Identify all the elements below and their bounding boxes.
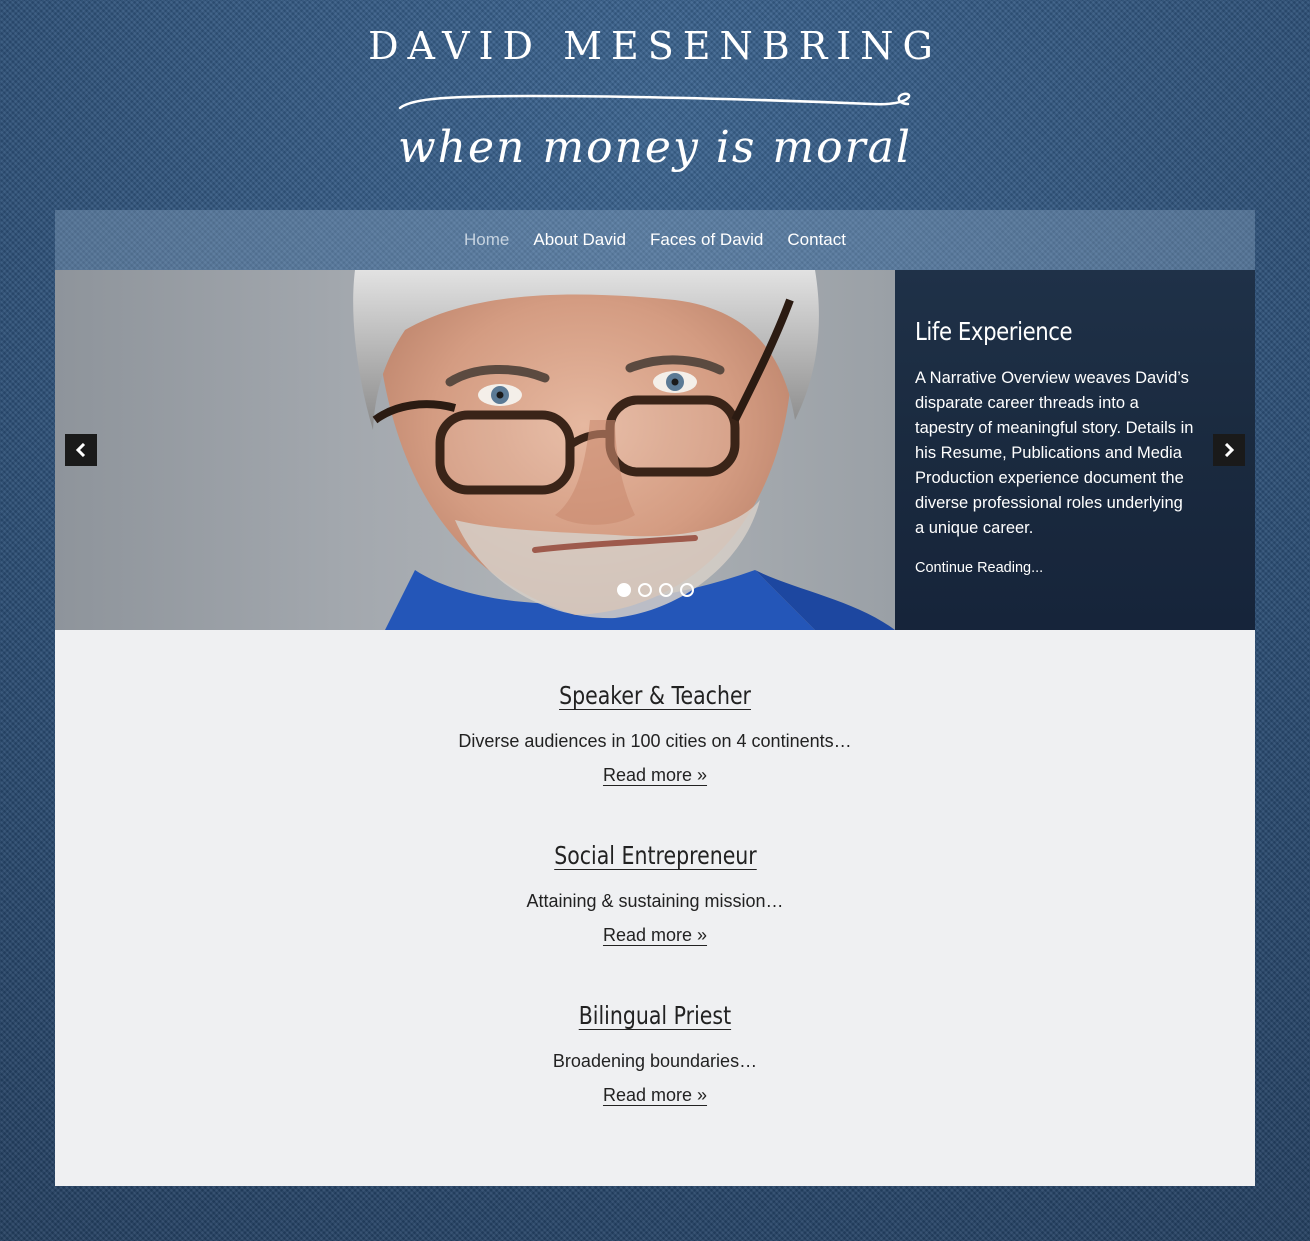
- feature-social-entrepreneur: Social Entrepreneur Attaining & sustaini…: [55, 838, 1255, 948]
- read-more-link[interactable]: Read more »: [603, 922, 707, 948]
- feature-title[interactable]: Speaker & Teacher: [559, 678, 751, 714]
- feature-title[interactable]: Bilingual Priest: [579, 998, 731, 1034]
- site-header: DAVID MESENBRING when money is moral: [0, 0, 1310, 210]
- slide-caption: Life Experience A Narrative Overview wea…: [895, 270, 1255, 630]
- feature-text: Diverse audiences in 100 cities on 4 con…: [458, 731, 852, 751]
- portrait-illustration: [353, 270, 895, 630]
- flourish-decoration: [398, 92, 911, 110]
- slider-prev-button[interactable]: [65, 434, 97, 466]
- read-more-link[interactable]: Read more »: [603, 1082, 707, 1108]
- slider-dot-2[interactable]: [638, 583, 652, 597]
- slider-pagination: [617, 583, 694, 597]
- hero-slider: Life Experience A Narrative Overview wea…: [55, 270, 1255, 630]
- chevron-right-icon: [1224, 443, 1235, 457]
- nav-item-contact[interactable]: Contact: [787, 210, 846, 270]
- nav-item-faces-of-david[interactable]: Faces of David: [650, 210, 763, 270]
- slide-caption-text: A Narrative Overview weaves David’s disp…: [915, 369, 1194, 537]
- main-content: Speaker & Teacher Diverse audiences in 1…: [55, 630, 1255, 1186]
- slide-caption-title: Life Experience: [915, 317, 1073, 346]
- slider-dot-3[interactable]: [659, 583, 673, 597]
- feature-bilingual-priest: Bilingual Priest Broadening boundaries… …: [55, 998, 1255, 1108]
- slider-next-button[interactable]: [1213, 434, 1245, 466]
- feature-speaker-teacher: Speaker & Teacher Diverse audiences in 1…: [55, 678, 1255, 788]
- main-nav: Home About David Faces of David Contact: [55, 210, 1255, 270]
- site-title[interactable]: DAVID MESENBRING: [0, 24, 1310, 68]
- feature-text: Broadening boundaries…: [552, 1051, 758, 1071]
- nav-item-about-david[interactable]: About David: [533, 210, 626, 270]
- feature-text: Attaining & sustaining mission…: [526, 891, 784, 911]
- read-more-link[interactable]: Read more »: [603, 762, 707, 788]
- slide-photo: [55, 270, 895, 630]
- continue-reading-link[interactable]: Continue Reading...: [915, 560, 1043, 576]
- nav-item-home[interactable]: Home: [464, 210, 509, 270]
- site-tagline: when money is moral: [398, 122, 912, 173]
- slider-dot-1[interactable]: [617, 583, 631, 597]
- chevron-left-icon: [75, 443, 86, 457]
- feature-title[interactable]: Social Entrepreneur: [554, 838, 757, 874]
- slider-dot-4[interactable]: [680, 583, 694, 597]
